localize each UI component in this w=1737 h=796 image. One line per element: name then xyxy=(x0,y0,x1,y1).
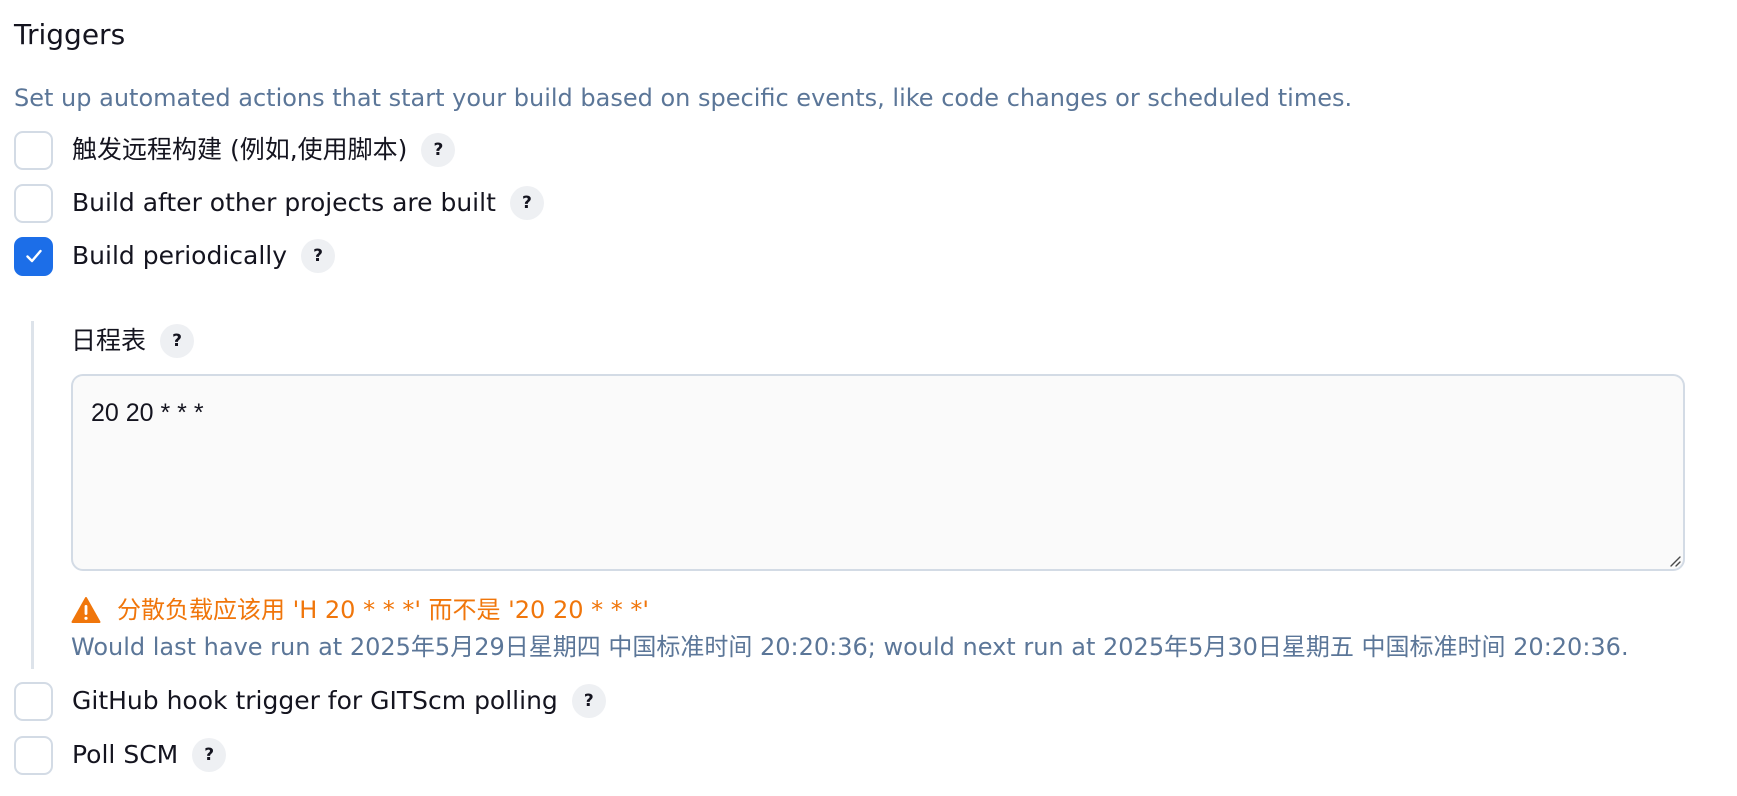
trigger-build-periodically-help-button[interactable]: ? xyxy=(301,239,336,273)
warning-triangle-icon xyxy=(71,597,101,623)
section-title: Triggers xyxy=(14,18,126,51)
trigger-build-after-other-help-button[interactable]: ? xyxy=(509,186,544,220)
section-description: Set up automated actions that start your… xyxy=(14,84,1353,112)
trigger-github-hook-label[interactable]: GitHub hook trigger for GITScm polling xyxy=(72,684,558,718)
resize-grip-icon[interactable] xyxy=(1667,553,1681,567)
trigger-remote-build-help-button[interactable]: ? xyxy=(421,133,456,167)
trigger-build-periodically-label[interactable]: Build periodically xyxy=(72,239,287,273)
trigger-poll-scm-checkbox[interactable] xyxy=(14,735,53,775)
nested-options-rule xyxy=(31,321,34,669)
trigger-github-hook-checkbox[interactable] xyxy=(14,681,53,721)
trigger-build-after-other-label[interactable]: Build after other projects are built xyxy=(72,186,496,220)
schedule-run-info: Would last have run at 2025年5月29日星期四 中国标… xyxy=(71,633,1629,661)
trigger-build-after-other-row: Build after other projects are built ? xyxy=(14,183,544,223)
schedule-help-button[interactable]: ? xyxy=(160,324,195,358)
trigger-poll-scm-label[interactable]: Poll SCM xyxy=(72,738,178,772)
check-icon xyxy=(25,249,42,263)
schedule-warning: 分散负载应该用 'H 20 * * *' 而不是 '20 20 * * *' xyxy=(71,592,649,628)
schedule-textarea[interactable]: 20 20 * * * xyxy=(71,374,1685,571)
trigger-poll-scm-help-button[interactable]: ? xyxy=(192,738,227,772)
schedule-label: 日程表 xyxy=(71,326,147,355)
trigger-poll-scm-row: Poll SCM ? xyxy=(14,735,227,775)
trigger-remote-build-checkbox[interactable] xyxy=(14,130,53,170)
trigger-build-periodically-checkbox[interactable] xyxy=(14,236,53,276)
trigger-build-after-other-checkbox[interactable] xyxy=(14,183,53,223)
trigger-build-periodically-row: Build periodically ? xyxy=(14,236,336,276)
trigger-remote-build-row: 触发远程构建 (例如,使用脚本) ? xyxy=(14,130,456,170)
schedule-warning-text: 分散负载应该用 'H 20 * * *' 而不是 '20 20 * * *' xyxy=(117,596,649,624)
schedule-label-row: 日程表 ? xyxy=(71,322,195,360)
trigger-github-hook-help-button[interactable]: ? xyxy=(571,684,606,718)
trigger-remote-build-label[interactable]: 触发远程构建 (例如,使用脚本) xyxy=(72,133,407,167)
trigger-github-hook-row: GitHub hook trigger for GITScm polling ? xyxy=(14,681,606,721)
